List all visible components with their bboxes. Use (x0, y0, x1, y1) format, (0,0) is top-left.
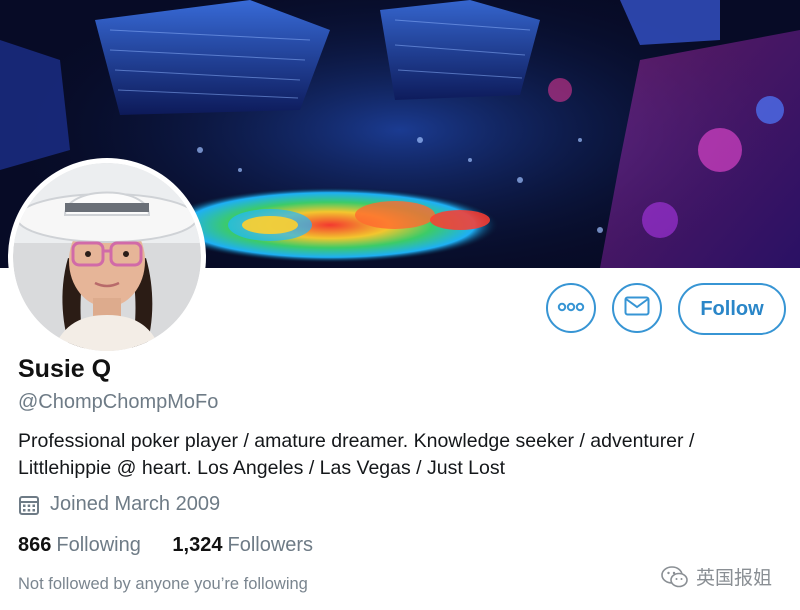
watermark: 英国报姐 (660, 563, 772, 590)
display-name: Susie Q (18, 355, 112, 383)
following-count: 866 (18, 534, 52, 556)
following-label: Following (56, 534, 141, 556)
follow-button[interactable]: Follow (678, 283, 786, 335)
user-handle: @ChompChompMoFo (18, 391, 219, 413)
follow-stats: 866 Following 1,324 Followers (18, 534, 313, 557)
followers-count: 1,324 (172, 534, 223, 556)
more-options-button[interactable] (546, 283, 596, 333)
wechat-icon (660, 565, 690, 589)
mutual-followers-note: Not followed by anyone you’re following (18, 575, 308, 593)
joined-date: Joined March 2009 (50, 493, 221, 515)
envelope-icon (624, 296, 650, 321)
following-stat[interactable]: 866 Following (18, 534, 141, 557)
watermark-text: 英国报姐 (696, 568, 773, 589)
calendar-icon (18, 494, 40, 516)
joined-date-row: Joined March 2009 (18, 493, 220, 516)
profile-actions: Follow (0, 283, 800, 337)
followers-stat[interactable]: 1,324 Followers (172, 534, 313, 557)
followers-label: Followers (227, 534, 314, 556)
message-button[interactable] (612, 283, 662, 333)
more-dots-icon (557, 299, 585, 317)
profile-bio: Professional poker player / amature drea… (18, 430, 695, 479)
